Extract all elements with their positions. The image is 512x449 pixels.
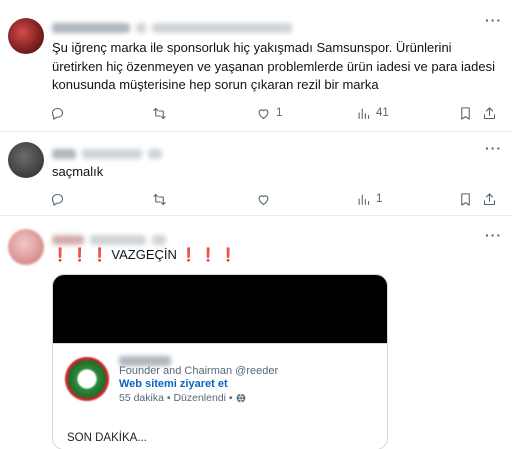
tweet-header [52,146,162,162]
more-options-button[interactable]: ··· [485,140,502,156]
avatar[interactable] [8,18,44,54]
retweet-icon [153,193,166,205]
reply-button[interactable] [50,189,65,209]
like-count: 1 [276,107,283,119]
blurred-badge [136,23,146,33]
bookmark-icon [461,192,470,206]
profile-logo [65,357,109,401]
bookmark-button[interactable] [458,103,473,123]
post-meta: 55 dakika • Düzenlendi • [119,392,246,404]
tweet-header [52,20,292,36]
like-button[interactable]: 1 [256,103,282,123]
blurred-time [148,149,162,159]
embedded-image-top [53,275,387,343]
blurred-display-name [52,235,84,245]
more-options-button[interactable]: ··· [485,12,502,28]
views-icon [358,194,370,205]
avatar[interactable] [8,229,44,265]
tweet-3[interactable]: ··· ❗ ❗ ❗ VAZGEÇİN ❗ ❗ ❗ Founder and Cha… [0,217,512,449]
blurred-handle [152,23,292,33]
linkedin-post-card: Founder and Chairman @reeder Web sitemi … [53,343,387,449]
post-time: 55 dakika • Düzenlendi • [119,392,233,404]
retweet-button[interactable] [152,189,167,209]
tweet-1[interactable]: ··· Şu iğrenç marka ile sponsorluk hiç y… [0,0,512,132]
like-button[interactable] [256,189,271,209]
reply-icon [51,193,64,206]
reply-icon [51,107,64,120]
bookmark-icon [461,106,470,120]
tweet-2[interactable]: ··· saçmalık 1 [0,133,512,216]
retweet-icon [153,107,166,119]
globe-icon [236,393,245,403]
more-options-button[interactable]: ··· [485,227,502,243]
like-icon [258,194,269,205]
avatar[interactable] [8,142,44,178]
views-button[interactable]: 1 [356,189,382,209]
views-count: 41 [376,107,389,119]
blurred-handle [90,235,146,245]
tweet-actions: 1 [50,189,502,209]
share-button[interactable] [482,189,497,209]
share-icon [483,192,496,205]
author-role: Founder and Chairman @reeder [119,365,279,377]
tweet-text: Şu iğrenç marka ile sponsorluk hiç yakış… [52,40,495,92]
embedded-image[interactable]: Founder and Chairman @reeder Web sitemi … [52,274,388,449]
reply-button[interactable] [50,103,65,123]
blurred-handle [82,149,142,159]
tweet-actions: 1 41 [50,103,502,123]
visit-website-link: Web sitemi ziyaret et [119,378,228,390]
views-icon [358,108,370,119]
views-count: 1 [376,193,383,205]
like-icon [258,108,269,119]
blurred-display-name [52,149,76,159]
tweet-text: saçmalık [52,164,104,179]
share-icon [483,106,496,119]
views-button[interactable]: 41 [356,103,389,123]
blurred-display-name [52,23,130,33]
post-body: SON DAKİKA... [67,432,147,444]
retweet-button[interactable] [152,103,167,123]
bookmark-button[interactable] [458,189,473,209]
share-button[interactable] [482,103,497,123]
blurred-time [152,235,166,245]
tweet-text: ❗ ❗ ❗ VAZGEÇİN ❗ ❗ ❗ [52,247,237,262]
